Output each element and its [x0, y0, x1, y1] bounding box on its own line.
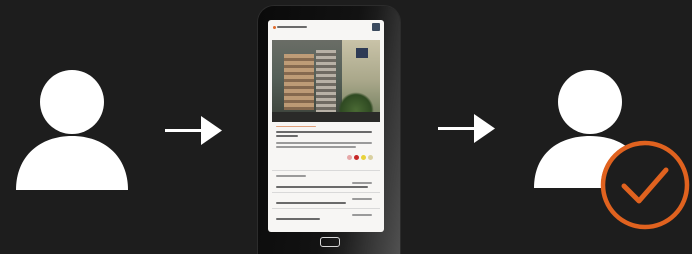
- arrow-right-icon: [438, 111, 496, 147]
- arrow-right-icon: [165, 113, 223, 149]
- phone-screen: [268, 20, 384, 232]
- hero-image: [272, 40, 380, 122]
- person-icon: [14, 64, 132, 192]
- color-dot: [361, 155, 366, 160]
- site-header: [268, 20, 384, 38]
- smartphone-icon: [258, 6, 400, 254]
- home-button: [320, 237, 340, 247]
- checkmark-circle-icon: [598, 138, 692, 232]
- color-dot: [368, 155, 373, 160]
- color-dot: [354, 155, 359, 160]
- color-dot: [347, 155, 352, 160]
- menu-icon: [372, 23, 380, 31]
